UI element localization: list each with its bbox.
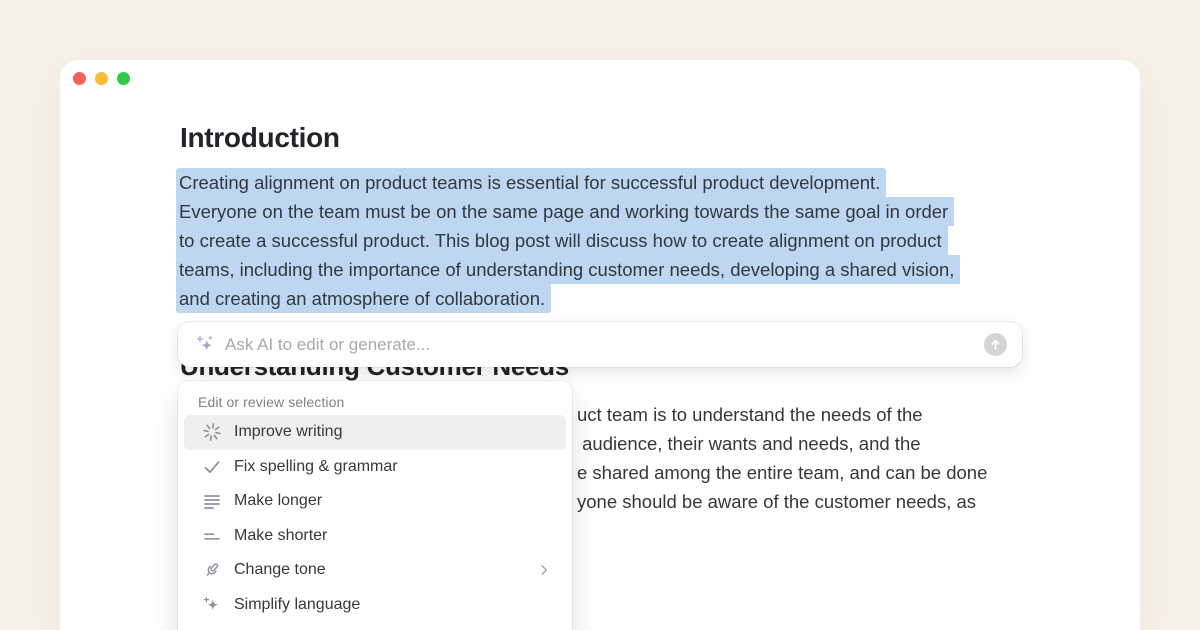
arrow-up-icon bbox=[987, 336, 1004, 353]
body-text-line: uct team is to understand the needs of t… bbox=[577, 400, 987, 429]
minimize-button[interactable] bbox=[95, 72, 108, 85]
make-longer-icon bbox=[202, 491, 222, 511]
menu-item-label: Simplify language bbox=[234, 596, 360, 614]
selected-text-line: to create a successful product. This blo… bbox=[176, 226, 960, 255]
menu-item-make-longer[interactable]: Make longer bbox=[184, 484, 566, 519]
change-tone-icon bbox=[202, 560, 222, 580]
menu-item-make-shorter[interactable]: Make shorter bbox=[184, 519, 566, 554]
body-text-line: yone should be aware of the customer nee… bbox=[577, 487, 987, 516]
page-title: Introduction bbox=[180, 122, 340, 154]
ai-sparkle-icon bbox=[195, 334, 216, 355]
selected-text-line: and creating an atmosphere of collaborat… bbox=[176, 284, 960, 313]
body-text-line: e shared among the entire team, and can … bbox=[577, 458, 987, 487]
fix-spelling-icon bbox=[202, 457, 222, 477]
occluded-paragraph: uct team is to understand the needs of t… bbox=[577, 400, 987, 516]
body-text-line: audience, their wants and needs, and the bbox=[577, 429, 987, 458]
menu-section-header: Edit or review selection bbox=[178, 381, 572, 415]
selected-text-line: teams, including the importance of under… bbox=[176, 255, 960, 284]
ai-prompt-placeholder: Ask AI to edit or generate... bbox=[225, 335, 430, 355]
menu-item-label: Make longer bbox=[234, 492, 322, 510]
simplify-language-icon bbox=[202, 595, 222, 615]
menu-item-change-tone[interactable]: Change tone bbox=[184, 553, 566, 588]
close-button[interactable] bbox=[73, 72, 86, 85]
menu-item-label: Fix spelling & grammar bbox=[234, 458, 398, 476]
menu-item-label: Improve writing bbox=[234, 423, 342, 441]
app-window: Introduction Creating alignment on produ… bbox=[60, 60, 1140, 630]
ai-submit-button[interactable] bbox=[984, 333, 1007, 356]
menu-item-label: Make shorter bbox=[234, 527, 327, 545]
menu-item-improve-writing[interactable]: Improve writing bbox=[184, 415, 566, 450]
selected-text-line: Creating alignment on product teams is e… bbox=[176, 168, 960, 197]
selected-text-line: Everyone on the team must be on the same… bbox=[176, 197, 960, 226]
ai-menu-items: Improve writing Fix spelling & grammar Mak… bbox=[178, 415, 572, 622]
ai-prompt-bar[interactable]: Ask AI to edit or generate... bbox=[178, 322, 1022, 367]
window-controls bbox=[73, 72, 130, 85]
menu-item-fix-spelling-grammar[interactable]: Fix spelling & grammar bbox=[184, 450, 566, 485]
improve-writing-icon bbox=[202, 422, 222, 442]
make-shorter-icon bbox=[202, 526, 222, 546]
ai-edit-menu: Edit or review selection Improve writing… bbox=[178, 381, 572, 630]
zoom-button[interactable] bbox=[117, 72, 130, 85]
selected-paragraph[interactable]: Creating alignment on product teams is e… bbox=[176, 168, 960, 313]
menu-item-simplify-language[interactable]: Simplify language bbox=[184, 588, 566, 623]
chevron-right-icon bbox=[535, 561, 553, 579]
menu-item-label: Change tone bbox=[234, 561, 326, 579]
